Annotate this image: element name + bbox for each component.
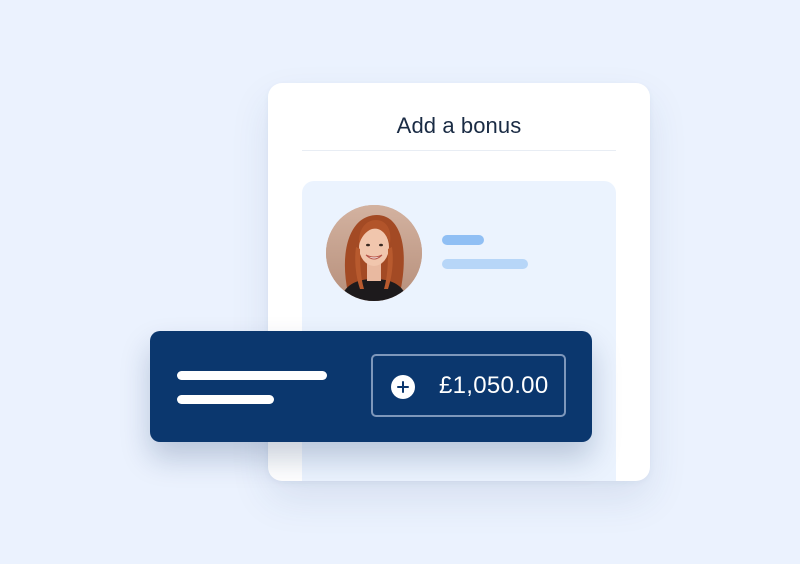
bonus-row: £1,050.00 <box>150 331 592 442</box>
bonus-sublabel-placeholder <box>177 395 274 404</box>
name-placeholder <box>442 235 484 245</box>
card-title: Add a bonus <box>396 113 522 138</box>
role-placeholder <box>442 259 528 269</box>
avatar <box>326 205 422 301</box>
plus-circle-icon <box>391 375 415 399</box>
divider <box>302 150 616 151</box>
bonus-label-placeholder <box>177 371 327 380</box>
bonus-amount: £1,050.00 <box>439 372 549 399</box>
add-bonus-amount-button[interactable]: £1,050.00 <box>371 354 566 417</box>
